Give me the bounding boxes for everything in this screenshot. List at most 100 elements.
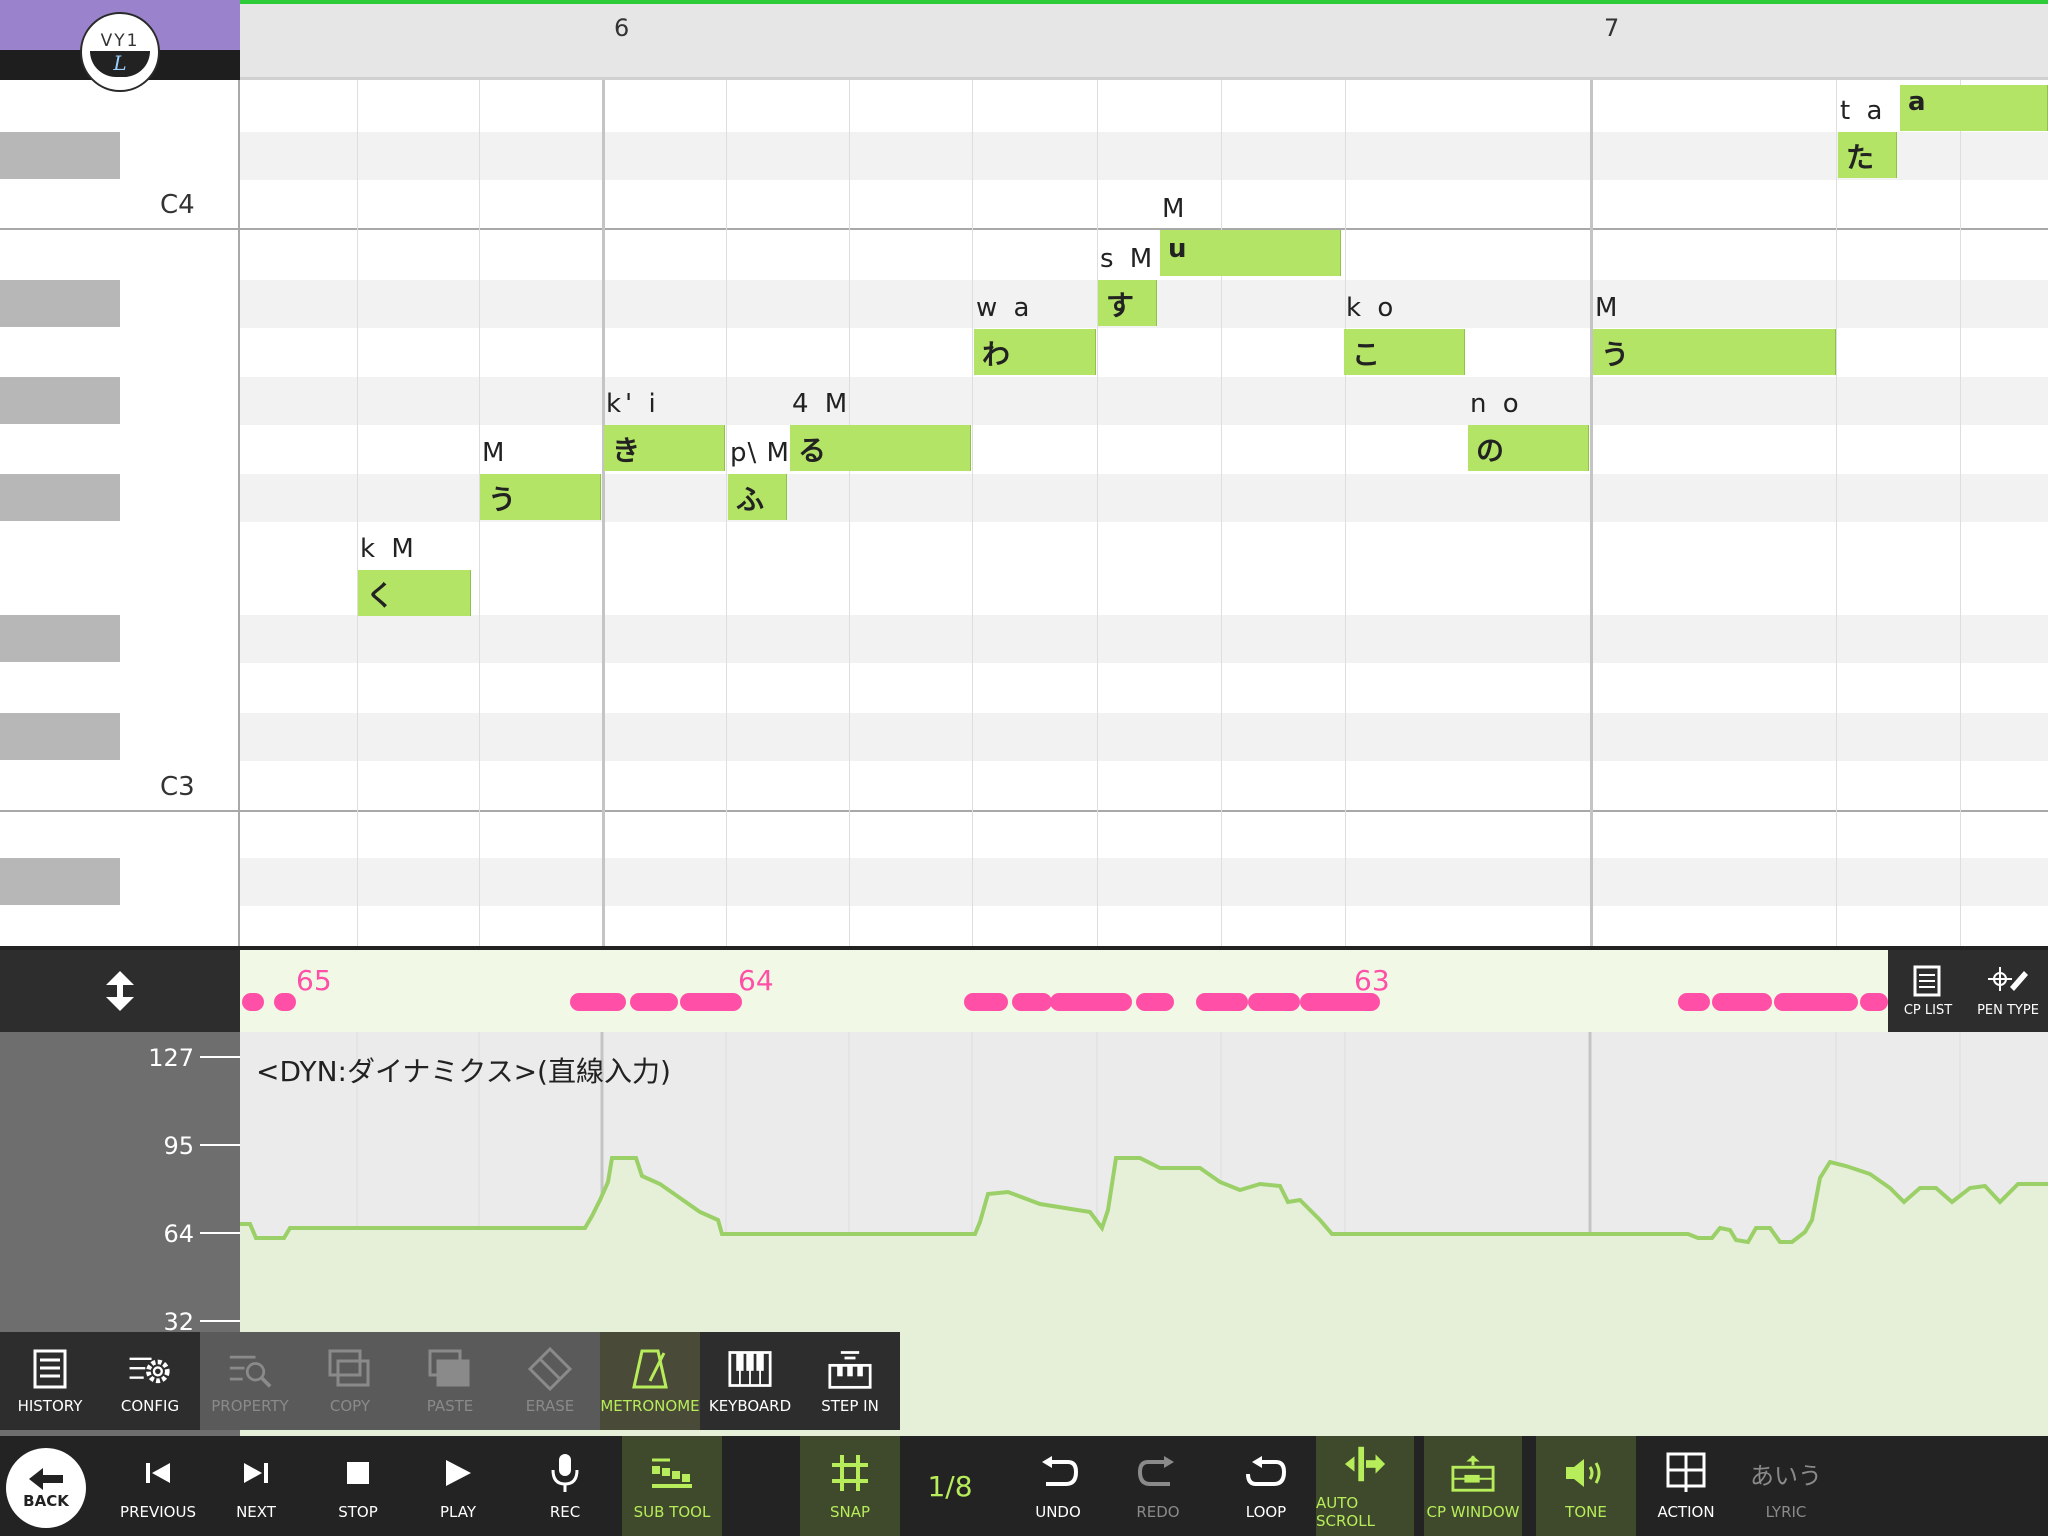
note[interactable]: る	[790, 425, 971, 471]
note-phoneme: n o	[1470, 389, 1523, 419]
play-icon	[436, 1451, 480, 1495]
keyboard-button[interactable]: KEYBOARD	[700, 1332, 800, 1430]
note-phoneme: M	[482, 438, 509, 468]
note-lyric: a	[1908, 87, 1926, 117]
snap-button[interactable]: SNAP	[800, 1436, 900, 1536]
cp-window-button[interactable]: CP WINDOW	[1424, 1436, 1522, 1536]
action-label: ACTION	[1657, 1503, 1715, 1521]
loop-button[interactable]: LOOP	[1216, 1436, 1316, 1536]
config-icon	[128, 1347, 172, 1391]
pen-type-button[interactable]: PEN TYPE	[1968, 950, 2048, 1032]
piano-roll-editor: VY1 L 6 7 C4 C3 く k M う M き k' i ふ p\ M …	[0, 0, 2048, 1536]
copy-label: COPY	[329, 1397, 371, 1415]
black-key[interactable]	[0, 615, 120, 662]
note[interactable]: す	[1098, 280, 1157, 326]
note[interactable]: た	[1838, 132, 1897, 178]
tone-button[interactable]: TONE	[1536, 1436, 1636, 1536]
note-phoneme: M	[1162, 194, 1189, 224]
note-phoneme: w a	[976, 293, 1034, 323]
note-lyric: u	[1168, 234, 1187, 264]
undo-button[interactable]: UNDO	[1008, 1436, 1108, 1536]
axis-label: 95	[163, 1132, 194, 1160]
measure-ruler[interactable]: 6 7	[240, 0, 2048, 80]
note-phoneme: M	[1595, 293, 1622, 323]
stop-button[interactable]: STOP	[308, 1436, 408, 1536]
note-grid[interactable]: く k M う M き k' i ふ p\ M る 4 M わ w a す s …	[240, 80, 2048, 950]
record-button[interactable]: REC	[515, 1436, 615, 1536]
note[interactable]: u	[1160, 230, 1341, 276]
history-label: HISTORY	[17, 1397, 83, 1415]
loop-icon	[1244, 1451, 1288, 1495]
next-button[interactable]: NEXT	[206, 1436, 306, 1536]
parameter-title: <DYN:ダイナミクス>(直線入力)	[256, 1055, 671, 1088]
sub-tool-button[interactable]: SUB TOOL	[622, 1436, 722, 1536]
note[interactable]: こ	[1344, 329, 1465, 375]
sub-tool-icon	[650, 1451, 694, 1495]
play-button[interactable]: PLAY	[408, 1436, 508, 1536]
black-key[interactable]	[0, 474, 120, 521]
measure-number-7: 7	[1604, 14, 1620, 42]
lyric-label: LYRIC	[1765, 1503, 1807, 1521]
keyboard-icon	[728, 1347, 772, 1391]
note[interactable]: く	[358, 570, 471, 616]
cp-list-button[interactable]: CP LIST	[1888, 950, 1968, 1032]
config-button[interactable]: CONFIG	[100, 1332, 200, 1430]
step-in-icon	[828, 1347, 872, 1391]
keyboard-label: KEYBOARD	[708, 1397, 792, 1415]
piano-keys[interactable]: C4 C3	[0, 80, 240, 950]
previous-button[interactable]: PREVIOUS	[108, 1436, 208, 1536]
velocity-label: 63	[1354, 964, 1390, 997]
velocity-lane[interactable]: 65 64 63	[240, 950, 1888, 1032]
velocity-label: 64	[738, 964, 774, 997]
black-key[interactable]	[0, 858, 120, 905]
note-lyric: わ	[982, 338, 1011, 371]
copy-button[interactable]: COPY	[300, 1332, 400, 1430]
auto-scroll-button[interactable]: AUTO SCROLL	[1316, 1436, 1414, 1536]
note-lyric: き	[612, 434, 641, 467]
copy-icon	[328, 1347, 372, 1391]
note-phoneme: 4 M	[792, 389, 852, 419]
auto-scroll-label: AUTO SCROLL	[1316, 1494, 1375, 1530]
erase-button[interactable]: ERASE	[500, 1332, 600, 1430]
back-arrow-icon	[29, 1468, 63, 1490]
black-key[interactable]	[0, 713, 120, 760]
note-phoneme: t a	[1840, 96, 1887, 126]
note[interactable]: ふ	[728, 474, 787, 520]
resize-handle[interactable]	[0, 950, 240, 1032]
redo-icon	[1136, 1451, 1180, 1495]
lyric-button[interactable]: あいう LYRIC	[1736, 1436, 1836, 1536]
back-label: BACK	[23, 1492, 69, 1510]
black-key[interactable]	[0, 132, 120, 179]
speaker-icon	[1564, 1451, 1608, 1495]
snap-value[interactable]: 1/8	[920, 1436, 980, 1536]
paste-label: PASTE	[426, 1397, 474, 1415]
note[interactable]: の	[1468, 425, 1589, 471]
note[interactable]: き	[604, 425, 725, 471]
history-button[interactable]: HISTORY	[0, 1332, 100, 1430]
action-icon	[1664, 1451, 1708, 1495]
note[interactable]: う	[1593, 329, 1836, 375]
voicebank-logo[interactable]: VY1 L	[80, 12, 160, 92]
metronome-icon	[628, 1347, 672, 1391]
axis-label: 64	[163, 1220, 194, 1248]
black-key[interactable]	[0, 377, 120, 424]
property-button[interactable]: PROPERTY	[200, 1332, 300, 1430]
next-label: NEXT	[236, 1503, 276, 1521]
paste-button[interactable]: PASTE	[400, 1332, 500, 1430]
undo-icon	[1036, 1451, 1080, 1495]
note[interactable]: う	[480, 474, 601, 520]
back-button[interactable]: BACK	[6, 1448, 86, 1528]
action-button[interactable]: ACTION	[1636, 1436, 1736, 1536]
note[interactable]: a	[1900, 85, 2048, 131]
note-lyric: た	[1846, 141, 1875, 174]
redo-button[interactable]: REDO	[1108, 1436, 1208, 1536]
auto-scroll-icon	[1343, 1442, 1387, 1486]
note[interactable]: わ	[974, 329, 1096, 375]
note-lyric: こ	[1352, 338, 1381, 371]
black-key[interactable]	[0, 280, 120, 327]
metronome-button[interactable]: METRONOME	[600, 1332, 700, 1430]
step-in-button[interactable]: STEP IN	[800, 1332, 900, 1430]
note-phoneme: k o	[1346, 293, 1398, 323]
property-icon	[228, 1347, 272, 1391]
property-label: PROPERTY	[211, 1397, 289, 1415]
